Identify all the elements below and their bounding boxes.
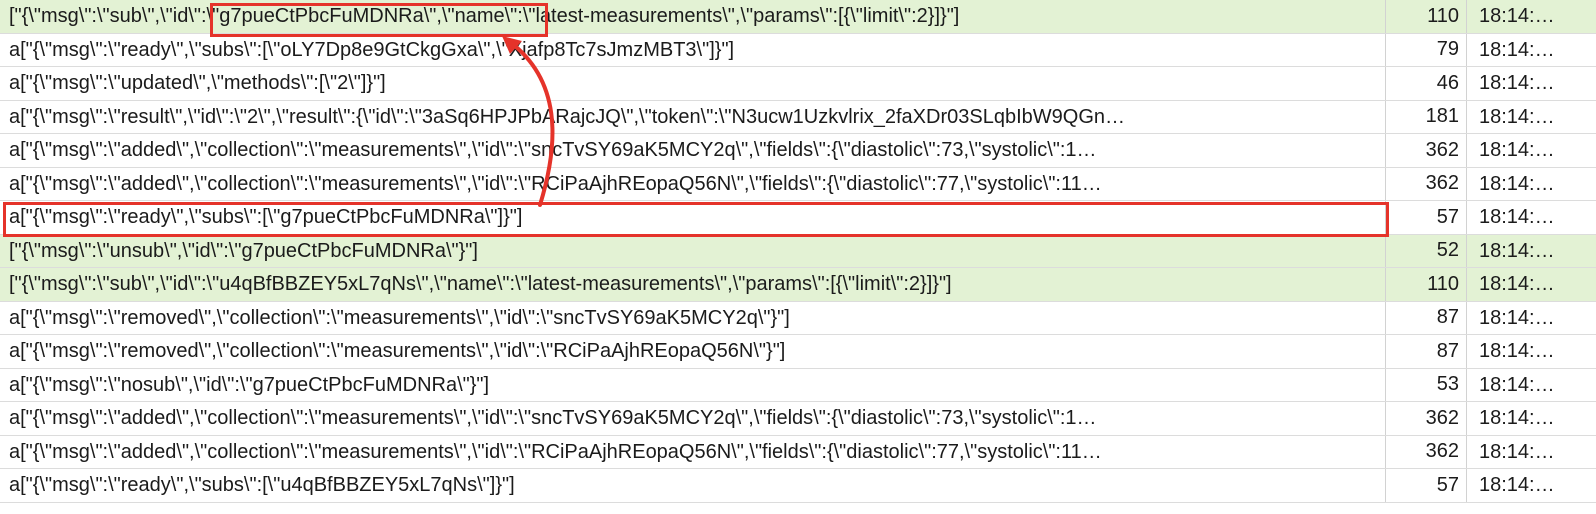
frame-time: 18:14:… <box>1466 234 1596 267</box>
frame-message: a["{\"msg\":\"ready\",\"subs\":[\"oLY7Dp… <box>9 38 735 61</box>
frame-row[interactable]: a["{\"msg\":\"removed\",\"collection\":\… <box>0 301 1596 335</box>
frame-row[interactable]: a["{\"msg\":\"added\",\"collection\":\"m… <box>0 435 1596 469</box>
frame-message: a["{\"msg\":\"added\",\"collection\":\"m… <box>9 172 1102 195</box>
frame-message: a["{\"msg\":\"added\",\"collection\":\"m… <box>9 440 1102 463</box>
frame-row[interactable]: a["{\"msg\":\"result\",\"id\":\"2\",\"re… <box>0 100 1596 134</box>
frame-message: ["{\"msg\":\"sub\",\"id\":\"g7pueCtPbcFu… <box>9 5 960 27</box>
frame-time: 18:14:… <box>1466 368 1596 401</box>
frame-length: 79 <box>1385 33 1466 66</box>
frame-row[interactable]: ["{\"msg\":\"sub\",\"id\":\"g7pueCtPbcFu… <box>0 0 1596 34</box>
frame-time: 18:14:… <box>1466 67 1596 100</box>
frame-message: ["{\"msg\":\"unsub\",\"id\":\"g7pueCtPbc… <box>9 239 478 262</box>
frame-length: 181 <box>1385 100 1466 133</box>
frame-time: 18:14:… <box>1466 100 1596 133</box>
frame-row[interactable]: a["{\"msg\":\"added\",\"collection\":\"m… <box>0 134 1596 168</box>
frame-time: 18:14:… <box>1466 167 1596 200</box>
frame-length: 110 <box>1385 0 1466 33</box>
frame-length: 110 <box>1385 268 1466 301</box>
frame-row[interactable]: a["{\"msg\":\"ready\",\"subs\":[\"u4qBfB… <box>0 469 1596 503</box>
frame-time: 18:14:… <box>1466 0 1596 33</box>
frame-time: 18:14:… <box>1466 301 1596 334</box>
frame-row[interactable]: ["{\"msg\":\"unsub\",\"id\":\"g7pueCtPbc… <box>0 234 1596 268</box>
frame-row[interactable]: a["{\"msg\":\"added\",\"collection\":\"m… <box>0 167 1596 201</box>
frame-time: 18:14:… <box>1466 268 1596 301</box>
frame-message: a["{\"msg\":\"result\",\"id\":\"2\",\"re… <box>9 105 1125 128</box>
frame-message: a["{\"msg\":\"ready\",\"subs\":[\"g7pueC… <box>9 206 523 228</box>
frame-length: 57 <box>1385 469 1466 502</box>
frame-length: 362 <box>1385 134 1466 167</box>
frame-length: 57 <box>1385 201 1466 234</box>
frame-time: 18:14:… <box>1466 33 1596 66</box>
frame-message: a["{\"msg\":\"removed\",\"collection\":\… <box>9 340 786 362</box>
frame-time: 18:14:… <box>1466 435 1596 468</box>
frame-length: 362 <box>1385 167 1466 200</box>
frame-message: a["{\"msg\":\"added\",\"collection\":\"m… <box>9 407 1097 429</box>
frame-row[interactable]: a["{\"msg\":\"nosub\",\"id\":\"g7pueCtPb… <box>0 368 1596 402</box>
frame-message: a["{\"msg\":\"nosub\",\"id\":\"g7pueCtPb… <box>9 373 490 396</box>
frame-message: a["{\"msg\":\"updated\",\"methods\":[\"2… <box>9 72 386 94</box>
frame-length: 46 <box>1385 67 1466 100</box>
frame-length: 362 <box>1385 435 1466 468</box>
frame-message: a["{\"msg\":\"removed\",\"collection\":\… <box>9 306 790 329</box>
frame-time: 18:14:… <box>1466 134 1596 167</box>
frame-row[interactable]: a["{\"msg\":\"added\",\"collection\":\"m… <box>0 402 1596 436</box>
frame-time: 18:14:… <box>1466 335 1596 368</box>
frame-message: a["{\"msg\":\"added\",\"collection\":\"m… <box>9 139 1097 161</box>
frame-time: 18:14:… <box>1466 201 1596 234</box>
frame-length: 87 <box>1385 301 1466 334</box>
frame-time: 18:14:… <box>1466 469 1596 502</box>
frame-length: 52 <box>1385 234 1466 267</box>
frame-row[interactable]: a["{\"msg\":\"ready\",\"subs\":[\"oLY7Dp… <box>0 33 1596 67</box>
frame-row[interactable]: a["{\"msg\":\"updated\",\"methods\":[\"2… <box>0 67 1596 101</box>
frame-message: ["{\"msg\":\"sub\",\"id\":\"u4qBfBBZEY5x… <box>9 273 952 295</box>
frame-row[interactable]: ["{\"msg\":\"sub\",\"id\":\"u4qBfBBZEY5x… <box>0 268 1596 302</box>
frame-row[interactable]: a["{\"msg\":\"removed\",\"collection\":\… <box>0 335 1596 369</box>
frame-time: 18:14:… <box>1466 402 1596 435</box>
frame-row[interactable]: a["{\"msg\":\"ready\",\"subs\":[\"g7pueC… <box>0 201 1596 235</box>
frame-message: a["{\"msg\":\"ready\",\"subs\":[\"u4qBfB… <box>9 474 515 496</box>
websocket-frames-table: ["{\"msg\":\"sub\",\"id\":\"g7pueCtPbcFu… <box>0 0 1596 503</box>
frame-length: 362 <box>1385 402 1466 435</box>
frame-length: 87 <box>1385 335 1466 368</box>
frame-length: 53 <box>1385 368 1466 401</box>
